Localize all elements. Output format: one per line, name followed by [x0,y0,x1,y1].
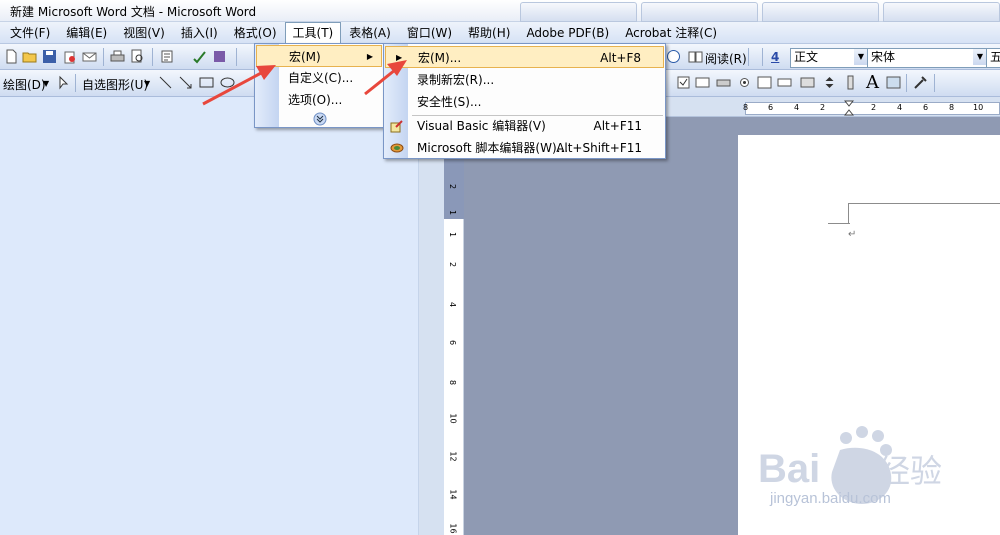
annotation-arrow [202,65,276,106]
annotation-arrow [364,60,407,96]
watermark-url: jingyan.baidu.com [770,490,891,507]
baidu-jingyan-watermark-logo: Bai 经验 [758,426,942,504]
svg-text:Bai: Bai [758,447,820,491]
svg-text:经验: 经验 [878,452,942,490]
